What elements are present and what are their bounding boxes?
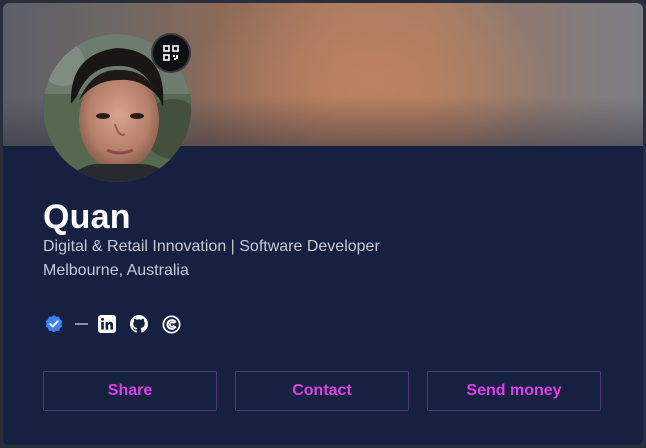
share-button[interactable]: Share <box>43 371 217 411</box>
verified-badge-icon <box>43 313 65 335</box>
send-money-button[interactable]: Send money <box>427 371 601 411</box>
linkedin-icon[interactable] <box>96 313 118 335</box>
social-links <box>43 312 182 336</box>
qr-code-button[interactable] <box>151 33 191 73</box>
github-icon[interactable] <box>128 313 150 335</box>
separator-dash <box>75 323 88 325</box>
profile-name: Quan <box>43 198 131 236</box>
profile-location: Melbourne, Australia <box>43 262 189 279</box>
profile-headline: Digital & Retail Innovation | Software D… <box>43 238 380 255</box>
qr-code-icon <box>163 45 179 61</box>
contact-button[interactable]: Contact <box>235 371 409 411</box>
circle-c-icon[interactable] <box>160 313 182 335</box>
profile-card: Quan Digital & Retail Innovation | Softw… <box>3 3 643 445</box>
